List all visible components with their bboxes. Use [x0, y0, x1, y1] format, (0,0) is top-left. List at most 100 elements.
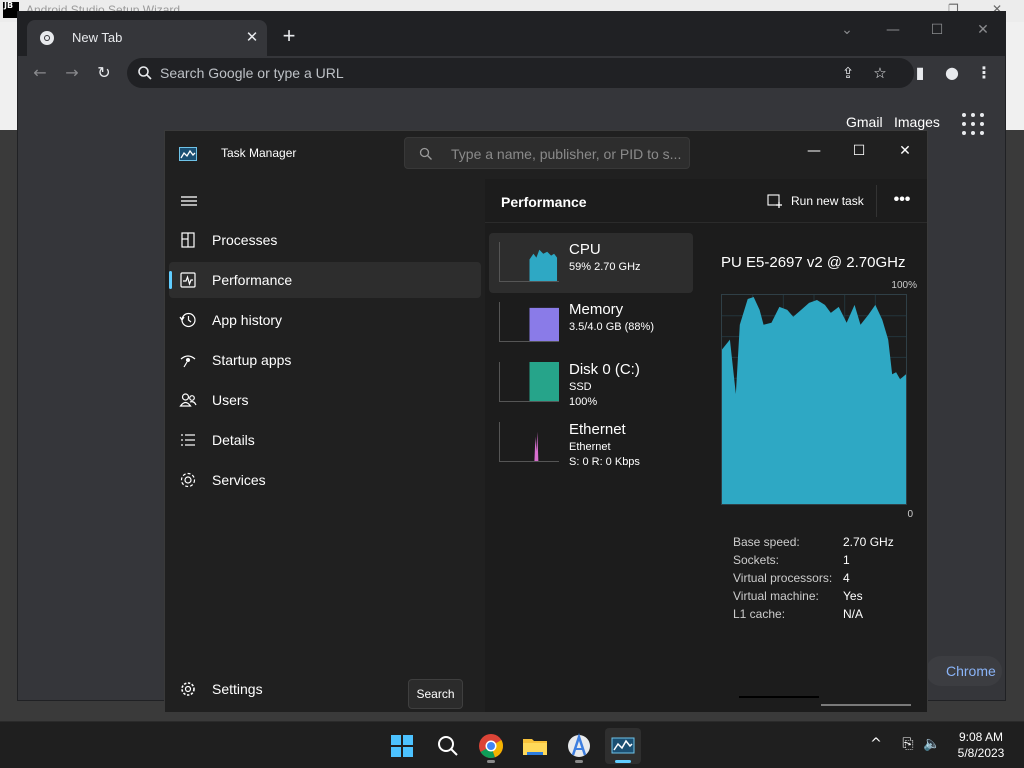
share-icon[interactable]: ⇪ [837, 62, 859, 84]
nav-startup-apps[interactable]: Startup apps [169, 342, 481, 378]
forward-icon[interactable]: → [60, 61, 84, 85]
stat-key: L1 cache: [733, 607, 786, 621]
chrome-favicon-icon [40, 31, 54, 45]
android-studio-taskbar-button[interactable] [561, 728, 597, 764]
settings-gear-icon [181, 682, 195, 696]
windows-start-icon [391, 735, 413, 757]
performance-icon [180, 272, 196, 288]
running-indicator [487, 760, 495, 763]
task-manager-taskbar-button[interactable] [605, 728, 641, 764]
bookmark-star-icon[interactable]: ☆ [869, 62, 891, 84]
stat-l1-cache: L1 cache: N/A [733, 607, 933, 625]
tab-strip: New Tab ✕ + ⌄ — ☐ ✕ [18, 12, 1005, 56]
stat-value: 2.70 GHz [843, 535, 894, 549]
details-icon [181, 434, 195, 446]
close-icon[interactable]: ✕ [890, 136, 920, 166]
network-icon[interactable]: ⎘ [899, 736, 917, 754]
chrome-taskbar-button[interactable] [473, 728, 509, 764]
task-manager-window: Task Manager Type a name, publisher, or … [164, 130, 928, 712]
profile-icon[interactable]: ● [940, 61, 964, 85]
stat-value: 4 [843, 571, 850, 585]
reload-icon[interactable]: ↻ [92, 61, 116, 85]
nav-details[interactable]: Details [169, 422, 481, 458]
taskbar: ^ ⎘ 🔈 9:08 AM 5/8/2023 [0, 721, 1024, 768]
nav-app-history[interactable]: App history [169, 302, 481, 338]
search-tooltip: Search [408, 679, 463, 709]
tab-search-icon[interactable]: ⌄ [834, 18, 860, 42]
task-manager-app-icon [179, 147, 197, 161]
images-link[interactable]: Images [894, 114, 940, 130]
nav-label: App history [212, 312, 283, 328]
stat-value: Yes [843, 589, 863, 603]
clock-time: 9:08 AM [958, 730, 1004, 744]
active-indicator [615, 760, 631, 763]
volume-icon[interactable]: 🔈 [923, 736, 941, 754]
run-task-icon [767, 194, 782, 208]
side-panel-icon[interactable]: ▮ [908, 61, 932, 85]
system-clock[interactable]: 9:08 AM 5/8/2023 [948, 729, 1014, 761]
back-icon[interactable]: ← [28, 61, 52, 85]
resource-name: Ethernet [569, 421, 626, 438]
resource-memory[interactable]: Memory 3.5/4.0 GB (88%) [489, 293, 693, 353]
resource-sub: SSD [569, 381, 592, 393]
chrome-menu-icon[interactable]: ⋮ [972, 61, 996, 85]
graph-max-label: 100% [891, 280, 917, 291]
processes-icon [181, 232, 195, 248]
chrome-close-icon[interactable]: ✕ [970, 18, 996, 42]
nav-processes[interactable]: Processes [169, 222, 481, 258]
gmail-link[interactable]: Gmail [846, 114, 883, 130]
divider [876, 185, 877, 217]
running-indicator [575, 760, 583, 763]
nav-label: Startup apps [212, 352, 292, 368]
cpu-utilization-graph [721, 294, 907, 505]
performance-pane: Performance Run new task ••• CPU 59% 2.7… [485, 179, 927, 712]
search-icon [138, 66, 152, 80]
minimize-icon[interactable]: — [799, 136, 829, 166]
performance-header: Performance Run new task ••• [485, 179, 927, 223]
stat-value: 1 [843, 553, 850, 567]
nav-label: Services [212, 472, 266, 488]
new-tab-button[interactable]: + [276, 24, 302, 50]
horizontal-scrollbar-track[interactable] [739, 696, 819, 698]
folder-icon [523, 739, 547, 755]
horizontal-scrollbar-thumb[interactable] [821, 704, 911, 706]
search-icon [438, 736, 458, 756]
start-button[interactable] [384, 728, 420, 764]
search-placeholder: Type a name, publisher, or PID to s... [451, 146, 682, 162]
hamburger-menu-icon[interactable] [179, 193, 199, 209]
omnibox[interactable]: Search Google or type a URL ⇪ ☆ [127, 58, 914, 88]
resource-ethernet[interactable]: Ethernet Ethernet S: 0 R: 0 Kbps [489, 413, 693, 473]
google-apps-icon[interactable] [962, 113, 984, 135]
chrome-minimize-icon[interactable]: — [880, 18, 906, 42]
process-search-input[interactable]: Type a name, publisher, or PID to s... [404, 137, 690, 169]
resource-sub: S: 0 R: 0 Kbps [569, 456, 640, 468]
maximize-icon[interactable]: ☐ [844, 136, 874, 166]
nav-users[interactable]: Users [169, 382, 481, 418]
processor-name: PU E5-2697 v2 @ 2.70GHz [721, 254, 906, 271]
nav-performance[interactable]: Performance [169, 262, 481, 298]
stat-key: Base speed: [733, 535, 800, 549]
more-options-icon[interactable]: ••• [889, 191, 915, 211]
tab-close-icon[interactable]: ✕ [241, 27, 263, 49]
customize-chrome-button[interactable]: Chrome [926, 656, 1002, 686]
omnibox-placeholder: Search Google or type a URL [160, 65, 344, 81]
search-taskbar-button[interactable] [429, 728, 465, 764]
resource-name: Memory [569, 301, 624, 318]
window-title: Task Manager [221, 146, 297, 160]
chrome-icon [479, 734, 503, 758]
resource-cpu[interactable]: CPU 59% 2.70 GHz [489, 233, 693, 293]
startup-apps-icon [180, 355, 196, 368]
resource-sub: Ethernet [569, 441, 611, 453]
show-hidden-icons-chevron-icon[interactable]: ^ [867, 736, 885, 754]
chrome-maximize-icon[interactable]: ☐ [924, 18, 950, 42]
nav-label: Processes [212, 232, 278, 248]
file-explorer-taskbar-button[interactable] [517, 728, 553, 764]
cpu-detail-panel: PU E5-2697 v2 @ 2.70GHz 100% 0 Base spee… [699, 233, 921, 703]
tab-new-tab[interactable]: New Tab ✕ [27, 20, 267, 56]
stat-virtual-processors: Virtual processors: 4 [733, 571, 933, 589]
app-history-icon [179, 312, 196, 328]
resource-disk[interactable]: Disk 0 (C:) SSD 100% [489, 353, 693, 413]
search-icon [419, 147, 432, 160]
tab-title: New Tab [72, 30, 123, 45]
nav-services[interactable]: Services [169, 462, 481, 498]
